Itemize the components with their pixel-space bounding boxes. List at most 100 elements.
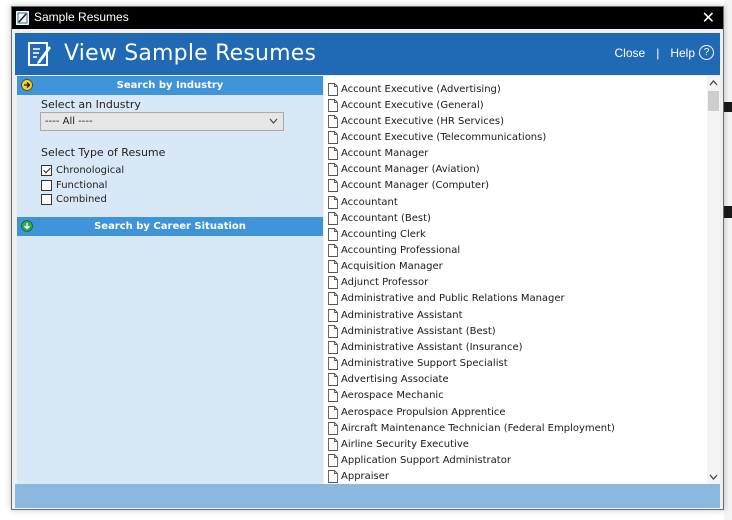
document-icon <box>328 82 338 96</box>
scroll-up-icon[interactable] <box>707 76 720 90</box>
resume-title: Administrative Assistant (Best) <box>341 325 496 337</box>
resume-title: Account Manager (Computer) <box>341 180 490 192</box>
resume-list-item[interactable]: Account Manager (Aviation) <box>328 162 480 178</box>
chronological-label: Chronological <box>56 165 125 176</box>
resume-title: Administrative Assistant (Insurance) <box>341 341 523 353</box>
resume-list-item[interactable]: Aerospace Propulsion Apprentice <box>328 404 506 420</box>
resume-title: Acquisition Manager <box>341 261 443 273</box>
industry-select[interactable]: ---- All ---- <box>40 112 284 131</box>
edit-document-icon <box>28 42 51 66</box>
document-icon <box>328 227 338 241</box>
document-icon <box>328 260 338 274</box>
resume-list-item[interactable]: Administrative Assistant <box>328 307 463 323</box>
resume-list-item[interactable]: Accountant (Best) <box>328 210 431 226</box>
document-icon <box>328 244 338 257</box>
document-icon <box>328 421 338 435</box>
document-icon <box>328 437 338 451</box>
resume-list-item[interactable]: Account Executive (Advertising) <box>328 81 501 97</box>
page-title: View Sample Resumes <box>64 41 317 66</box>
resume-list-item[interactable]: Aircraft Maintenance Technician (Federal… <box>328 420 615 436</box>
window-close-button[interactable]: ✕ <box>702 7 715 29</box>
document-icon <box>328 405 338 419</box>
window-titlebar[interactable]: Sample Resumes ✕ <box>12 7 723 29</box>
resume-title: Account Manager <box>341 148 429 160</box>
resume-type-option[interactable]: Combined <box>41 193 107 206</box>
help-icon[interactable]: ? <box>699 45 714 60</box>
resume-list-item[interactable]: Appraiser <box>328 469 389 484</box>
resume-title: Account Executive (HR Services) <box>341 115 505 127</box>
chronological-checkbox[interactable] <box>41 165 52 176</box>
resume-title: Aircraft Maintenance Technician (Federal… <box>341 422 615 434</box>
close-link[interactable]: Close <box>615 46 646 60</box>
document-icon <box>328 373 338 387</box>
resume-title: Appraiser <box>341 471 390 483</box>
resume-list-item[interactable]: Accounting Clerk <box>328 226 426 242</box>
resume-list-item[interactable]: Account Executive (Telecommunications) <box>328 129 546 145</box>
resume-list-item[interactable]: Advertising Associate <box>328 372 449 388</box>
desktop-background-mark <box>724 102 732 112</box>
document-icon <box>328 163 338 177</box>
document-icon <box>328 389 338 403</box>
link-separator: | <box>656 45 660 60</box>
resume-title: Aerospace Mechanic <box>341 390 444 402</box>
resume-title: Account Manager (Aviation) <box>341 164 480 176</box>
search-by-career-situation-bar[interactable]: Search by Career Situation <box>17 217 323 236</box>
resume-list-item[interactable]: Account Executive (General) <box>328 97 484 113</box>
resume-title: Account Executive (Advertising) <box>341 83 501 95</box>
resume-title: Accounting Clerk <box>341 228 426 240</box>
edit-document-icon <box>16 11 29 25</box>
chevron-down-icon <box>269 113 278 137</box>
desktop-background-mark <box>724 206 732 218</box>
resume-title: Adjunct Professor <box>341 277 429 289</box>
document-icon <box>328 195 338 209</box>
resume-type-option[interactable]: Chronological <box>41 164 124 177</box>
arrow-down-circle-icon <box>21 220 33 232</box>
document-icon <box>328 98 338 112</box>
sample-resumes-window: Sample Resumes ✕ View Sample Resumes Clo… <box>11 6 724 510</box>
resume-list-item[interactable]: Administrative Assistant (Best) <box>328 323 496 339</box>
select-industry-label: Select an Industry <box>41 98 141 111</box>
vertical-scrollbar[interactable] <box>707 76 720 484</box>
resume-list-item[interactable]: Airline Security Executive <box>328 436 469 452</box>
document-icon <box>328 324 338 338</box>
resume-list-item[interactable]: Administrative Assistant (Insurance) <box>328 339 523 355</box>
search-panel: Search by Industry Select an Industry --… <box>17 76 323 484</box>
resume-title: Application Support Administrator <box>341 454 511 466</box>
resume-type-label: Select Type of Resume <box>41 146 166 159</box>
help-link[interactable]: Help <box>670 46 695 60</box>
resume-list-item[interactable]: Acquisition Manager <box>328 259 443 275</box>
resume-title: Accounting Professional <box>341 245 461 256</box>
resume-title: Administrative and Public Relations Mana… <box>341 293 565 305</box>
document-icon <box>328 211 338 225</box>
resume-list-item[interactable]: Application Support Administrator <box>328 452 511 468</box>
resume-list-item[interactable]: Account Executive (HR Services) <box>328 113 504 129</box>
resume-list-item[interactable]: Accountant <box>328 194 398 210</box>
resume-title: Administrative Support Specialist <box>341 358 508 370</box>
scroll-down-icon[interactable] <box>707 470 720 484</box>
document-icon <box>328 308 338 322</box>
document-icon <box>328 340 338 354</box>
resume-title: Aerospace Propulsion Apprentice <box>341 406 506 418</box>
search-by-industry-bar[interactable]: Search by Industry <box>17 76 323 95</box>
resume-title: Advertising Associate <box>341 374 449 386</box>
resume-title: Airline Security Executive <box>341 438 469 450</box>
combined-checkbox[interactable] <box>41 194 52 205</box>
functional-checkbox[interactable] <box>41 180 52 191</box>
resume-type-option[interactable]: Functional <box>41 179 107 192</box>
industry-select-value: ---- All ---- <box>45 116 93 127</box>
header-links: Close | Help ? <box>615 45 714 60</box>
resume-list-item[interactable]: Account Manager <box>328 146 428 162</box>
document-icon <box>328 292 338 306</box>
resume-list-item[interactable]: Account Manager (Computer) <box>328 178 489 194</box>
arrow-right-circle-icon <box>21 79 33 91</box>
resume-list-item[interactable]: Administrative Support Specialist <box>328 356 508 372</box>
document-icon <box>328 114 338 128</box>
resume-list-item[interactable]: Accounting Professional <box>328 243 460 259</box>
combined-label: Combined <box>56 194 107 205</box>
resume-list-item[interactable]: Aerospace Mechanic <box>328 388 444 404</box>
document-icon <box>328 276 338 290</box>
resume-list-item[interactable]: Adjunct Professor <box>328 275 428 291</box>
resume-list-item[interactable]: Administrative and Public Relations Mana… <box>328 291 565 307</box>
scrollbar-thumb[interactable] <box>708 91 719 111</box>
page-header: View Sample Resumes Close | Help ? <box>15 33 720 75</box>
